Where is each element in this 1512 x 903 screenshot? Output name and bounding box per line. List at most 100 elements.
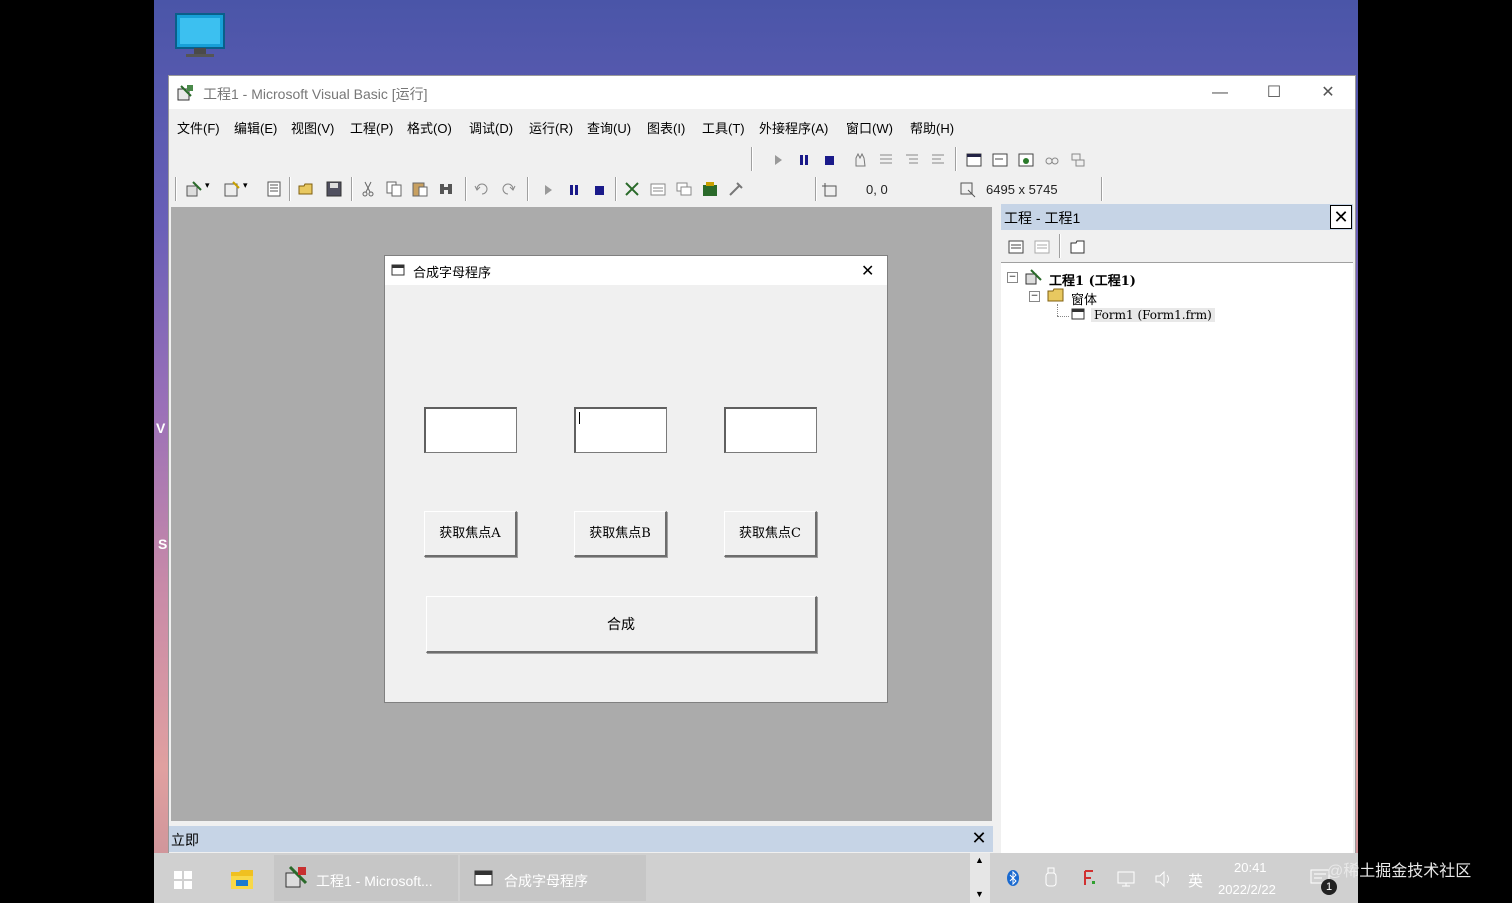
object-browser-icon[interactable] (701, 180, 719, 198)
menu-query[interactable]: 查询(U) (587, 118, 631, 137)
locals-window-icon[interactable] (965, 151, 983, 169)
bluetooth-icon[interactable] (1006, 869, 1020, 887)
tree-folder-label[interactable]: 窗体 (1071, 289, 1097, 308)
form-title: 合成字母程序 (413, 265, 492, 280)
taskbar-item-vb[interactable]: 工程1 - Microsoft... (274, 855, 458, 901)
collapse-icon[interactable]: − (1007, 272, 1018, 283)
view-code-icon[interactable] (1007, 238, 1025, 256)
menu-tools[interactable]: 工具(T) (702, 118, 745, 137)
stop-icon[interactable] (821, 151, 839, 169)
open-folder-icon[interactable] (297, 180, 315, 198)
minimize-button[interactable]: — (1193, 76, 1247, 109)
menu-addins[interactable]: 外接程序(A) (759, 118, 828, 137)
immediate-window-icon[interactable] (991, 151, 1009, 169)
menu-view[interactable]: 视图(V) (291, 118, 334, 137)
collapse-icon[interactable]: − (1029, 291, 1040, 302)
usb-device-icon[interactable] (1044, 867, 1058, 887)
textbox-c[interactable] (724, 407, 817, 453)
toggle-breakpoint-icon[interactable] (851, 151, 869, 169)
menu-edit[interactable]: 编辑(E) (234, 118, 277, 137)
scroll-up-icon[interactable]: ▲ (975, 855, 984, 865)
menu-run[interactable]: 运行(R) (529, 118, 573, 137)
menu-editor-icon[interactable] (265, 180, 283, 198)
scrollbar[interactable]: ▲ ▼ (970, 853, 990, 903)
view-object-icon[interactable] (1033, 238, 1051, 256)
taskbar-item-label: 合成字母程序 (504, 873, 588, 889)
quick-watch-icon[interactable] (1043, 151, 1061, 169)
copy-icon[interactable] (385, 180, 403, 198)
step-into-icon[interactable] (877, 151, 895, 169)
pause-icon[interactable] (565, 181, 583, 199)
step-out-icon[interactable] (929, 151, 947, 169)
windows-start-icon[interactable] (174, 871, 192, 889)
form-icon (391, 264, 405, 276)
run-icon[interactable] (539, 181, 557, 199)
menu-project[interactable]: 工程(P) (350, 118, 393, 137)
project-panel-toolbar (1001, 230, 1353, 263)
focus-a-button[interactable]: 获取焦点A (424, 511, 517, 557)
redo-icon[interactable] (499, 180, 517, 198)
toolbox-icon[interactable] (727, 180, 745, 198)
run-icon[interactable] (769, 151, 787, 169)
call-stack-icon[interactable] (1069, 151, 1087, 169)
pause-icon[interactable] (795, 151, 813, 169)
cut-icon[interactable] (359, 180, 377, 198)
taskbar-item-label: 工程1 - Microsoft... (316, 873, 433, 889)
close-button[interactable]: ✕ (1301, 76, 1355, 109)
form-close-icon[interactable]: ✕ (861, 261, 874, 281)
menu-format[interactable]: 格式(O) (407, 118, 452, 137)
tree-root-label[interactable]: 工程1 (工程1) (1049, 270, 1136, 289)
stop-icon[interactable] (591, 181, 609, 199)
project-panel-close-icon[interactable]: ✕ (1330, 205, 1352, 229)
title-bar[interactable]: 工程1 - Microsoft Visual Basic [运行] — ☐ ✕ (169, 76, 1355, 109)
standard-toolbar: ▾ ▾ 0, 0 6495 x 5745 (175, 176, 1105, 202)
form-layout-icon[interactable] (675, 180, 693, 198)
project-panel-title: 工程 - 工程1 (1004, 210, 1081, 226)
clock-time[interactable]: 20:41 (1234, 860, 1267, 875)
combine-button[interactable]: 合成 (426, 596, 817, 653)
save-icon[interactable] (325, 180, 343, 198)
toggle-folders-icon[interactable] (1069, 238, 1087, 256)
immediate-window-title-bar[interactable]: 立即 ✕ (169, 826, 993, 852)
paste-icon[interactable] (411, 180, 429, 198)
menu-diagram[interactable]: 图表(I) (647, 118, 685, 137)
form-title-bar[interactable]: 合成字母程序 ✕ (385, 256, 887, 285)
computer-icon[interactable] (174, 12, 226, 58)
properties-window-icon[interactable] (649, 180, 667, 198)
desktop-letter: V (156, 420, 166, 436)
focus-b-button[interactable]: 获取焦点B (574, 511, 667, 557)
debug-toolbar (751, 146, 1101, 172)
menu-window[interactable]: 窗口(W) (846, 118, 893, 137)
maximize-button[interactable]: ☐ (1247, 76, 1301, 109)
volume-icon[interactable] (1154, 870, 1174, 888)
vb-app-icon (177, 85, 193, 101)
form-icon (474, 870, 493, 886)
menu-file[interactable]: 文件(F) (177, 118, 220, 137)
taskbar-item-form[interactable]: 合成字母程序 (460, 855, 646, 901)
network-icon[interactable] (1116, 870, 1138, 888)
watch-window-icon[interactable] (1017, 151, 1035, 169)
project-panel-title-bar[interactable]: 工程 - 工程1 ✕ (1001, 204, 1353, 230)
add-project-icon[interactable] (185, 180, 203, 198)
project-explorer-icon[interactable] (623, 180, 641, 198)
position-readout: 0, 0 (866, 182, 888, 197)
find-icon[interactable] (437, 180, 455, 198)
ime-indicator[interactable]: 英 (1188, 870, 1203, 891)
undo-icon[interactable] (473, 180, 491, 198)
tray-app-icon[interactable] (1082, 869, 1096, 887)
scroll-down-icon[interactable]: ▼ (975, 889, 984, 899)
file-explorer-icon[interactable] (230, 868, 254, 890)
add-form-icon[interactable] (223, 180, 241, 198)
focus-c-button[interactable]: 获取焦点C (724, 511, 817, 557)
textbox-b[interactable] (574, 407, 667, 453)
clock-date[interactable]: 2022/2/22 (1218, 882, 1276, 897)
immediate-window-close-icon[interactable]: ✕ (969, 827, 989, 849)
desktop-letter: S (158, 536, 168, 552)
step-over-icon[interactable] (903, 151, 921, 169)
tree-form-item[interactable]: Form1 (Form1.frm) (1091, 308, 1215, 322)
form-icon (1071, 308, 1085, 320)
project-explorer-panel: 工程 - 工程1 ✕ − 工程1 (工程1) − 窗体 Form1 (Form1… (1001, 204, 1353, 854)
textbox-a[interactable] (424, 407, 517, 453)
menu-debug[interactable]: 调试(D) (469, 118, 513, 137)
menu-help[interactable]: 帮助(H) (910, 118, 954, 137)
